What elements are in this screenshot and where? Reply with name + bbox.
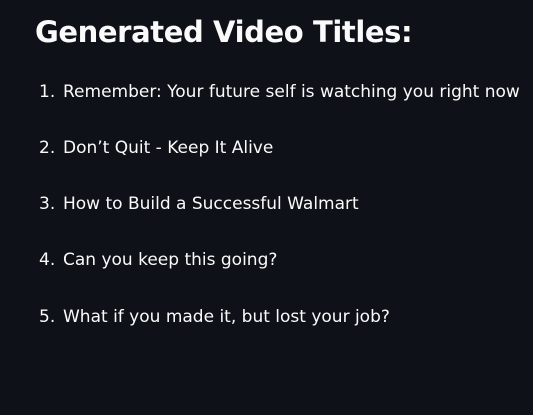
main-content: Generated Video Titles: 1. Remember: You… bbox=[0, 0, 533, 415]
list-item-number: 5. bbox=[39, 307, 56, 327]
page-title: Generated Video Titles: bbox=[35, 15, 413, 49]
list-item-number: 2. bbox=[39, 138, 56, 158]
list-item-text: Remember: Your future self is watching y… bbox=[63, 82, 520, 102]
list-item-text: How to Build a Successful Walmart bbox=[63, 194, 359, 214]
list-item-text: What if you made it, but lost your job? bbox=[63, 307, 390, 327]
list-item-number: 3. bbox=[39, 194, 56, 214]
list-item-number: 4. bbox=[39, 250, 56, 270]
list-item-text: Don’t Quit - Keep It Alive bbox=[63, 138, 274, 158]
list-item-text: Can you keep this going? bbox=[63, 250, 278, 270]
list-item-number: 1. bbox=[39, 82, 56, 102]
